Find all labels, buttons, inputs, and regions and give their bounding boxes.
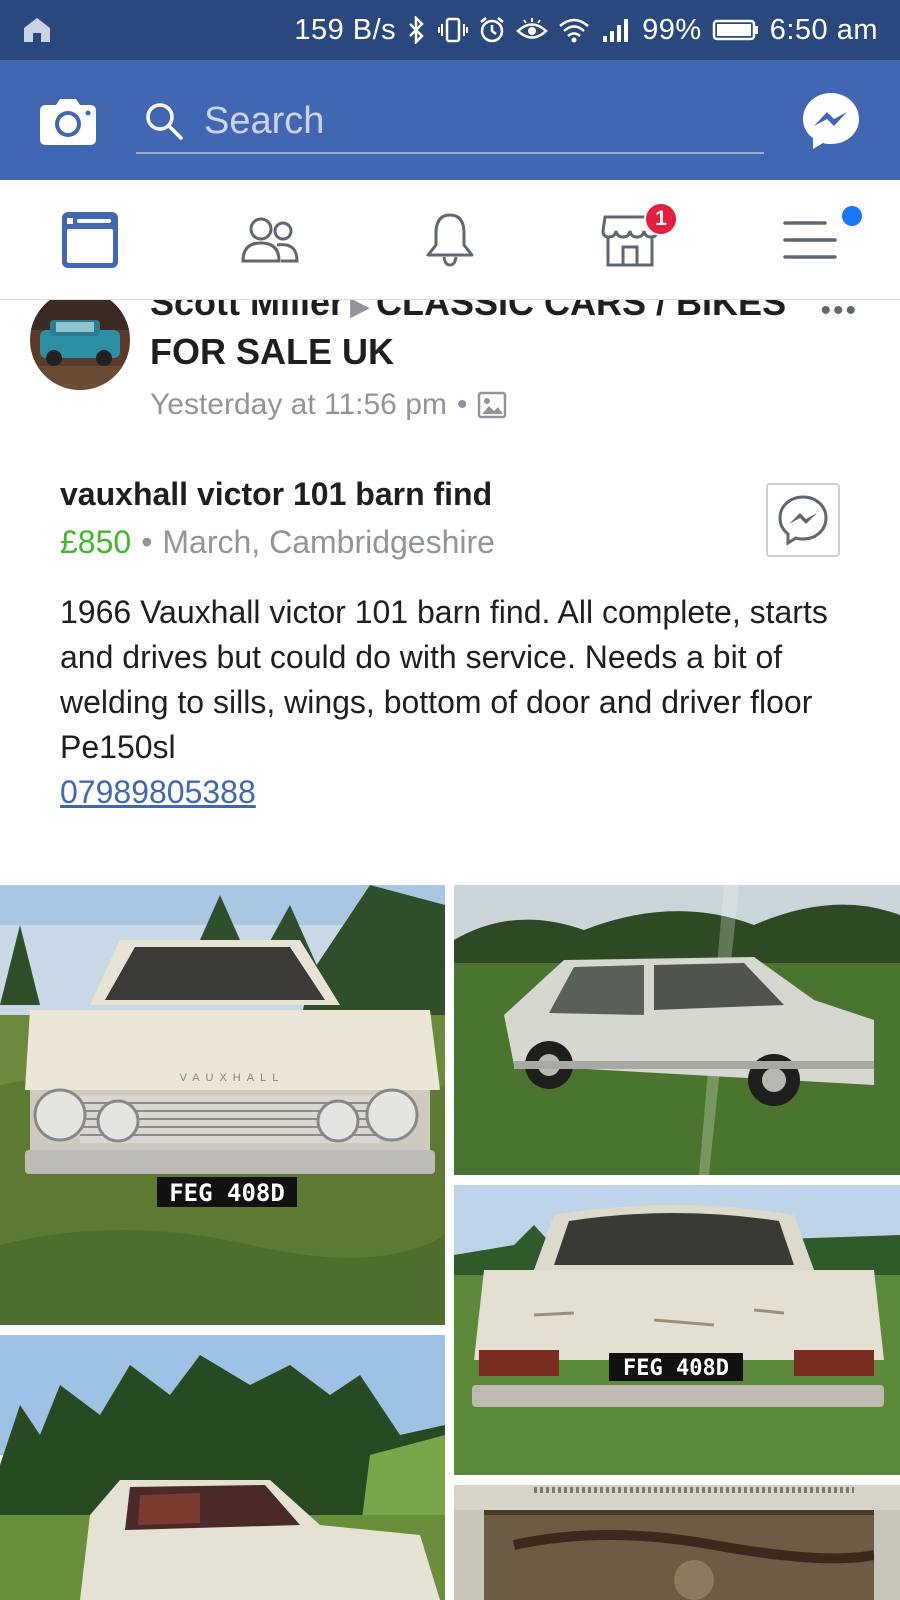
listing-location: March, Cambridgeshire xyxy=(162,524,495,560)
avatar-photo xyxy=(30,300,130,390)
news-feed-icon xyxy=(62,211,118,268)
home-icon xyxy=(24,18,50,42)
battery-icon xyxy=(712,19,758,41)
friends-icon xyxy=(241,217,299,262)
share-arrow-icon: ▶ xyxy=(350,300,371,321)
avatar[interactable] xyxy=(30,300,130,390)
photo-privacy-icon xyxy=(478,391,507,419)
network-speed: 159 B/s xyxy=(294,13,397,46)
post-meta: Yesterday at 11:56 pm • xyxy=(150,388,507,422)
eye-comfort-icon xyxy=(516,18,548,39)
tab-bar: 1 xyxy=(0,180,900,300)
more-options-button[interactable]: ••• xyxy=(820,300,858,328)
listing-photo-side[interactable] xyxy=(454,885,900,1175)
marketplace-badge: 1 xyxy=(644,202,678,236)
author-name[interactable]: Scott Miller xyxy=(150,300,344,323)
listing-subtitle: £850 • March, Cambridgeshire xyxy=(60,524,495,561)
search-bar[interactable]: Search xyxy=(136,90,764,154)
messenger-icon[interactable] xyxy=(800,90,862,152)
search-icon xyxy=(146,103,183,140)
description-postcode: Pe150sl xyxy=(60,729,176,765)
signal-icon xyxy=(603,19,629,42)
listing-photo-front-angle[interactable] xyxy=(0,1335,445,1600)
tab-marketplace[interactable]: 1 xyxy=(540,180,720,299)
front-number-plate: FEG 408D xyxy=(169,1179,285,1207)
meta-separator: • xyxy=(456,388,468,421)
camera-icon[interactable] xyxy=(38,95,98,147)
menu-icon xyxy=(783,220,837,259)
listing-photo-engine[interactable] xyxy=(454,1485,900,1600)
clock: 6:50 am xyxy=(769,13,878,46)
listing-title: vauxhall victor 101 barn find xyxy=(60,476,493,512)
post-timestamp[interactable]: Yesterday at 11:56 pm xyxy=(150,388,447,422)
tab-news-feed[interactable] xyxy=(0,180,180,299)
search-placeholder: Search xyxy=(204,99,325,142)
wifi-icon xyxy=(559,18,589,43)
status-indicators: 159 B/s 99% 6:50 am xyxy=(294,0,878,60)
message-seller-button[interactable] xyxy=(766,483,840,557)
listing-separator: • xyxy=(141,524,153,560)
alarm-icon xyxy=(480,17,504,43)
menu-dot-badge xyxy=(842,206,862,226)
post-header: Scott Miller ▶ CLASSIC CARS / BIKES FOR SA… xyxy=(0,300,900,440)
battery-percent: 99% xyxy=(642,13,702,46)
bell-icon xyxy=(426,213,474,267)
grille-lettering: VAUXHALL xyxy=(180,1072,285,1084)
phone-link[interactable]: 07989805388 xyxy=(60,774,256,810)
listing-price: £850 xyxy=(60,524,132,560)
tab-notifications[interactable] xyxy=(360,180,540,299)
vibrate-icon xyxy=(438,17,469,43)
post-title: Scott Miller ▶ CLASSIC CARS / BIKES FOR SA… xyxy=(150,300,790,375)
rear-number-plate: FEG 408D xyxy=(623,1356,729,1381)
description-text: 1966 Vauxhall victor 101 barn find. All … xyxy=(60,594,828,720)
listing-photo-front[interactable]: VAUXHALL FEG 408D xyxy=(0,885,445,1325)
status-bar: 159 B/s 99% 6:50 am xyxy=(0,0,900,60)
app-header: Search xyxy=(0,60,900,180)
tab-friends[interactable] xyxy=(180,180,360,299)
listing-photo-rear[interactable]: FEG 408D xyxy=(454,1185,900,1475)
bluetooth-icon xyxy=(409,16,424,44)
tab-menu[interactable] xyxy=(720,180,900,299)
listing-description: 1966 Vauxhall victor 101 barn find. All … xyxy=(60,590,850,815)
messenger-outline-icon xyxy=(778,495,828,546)
